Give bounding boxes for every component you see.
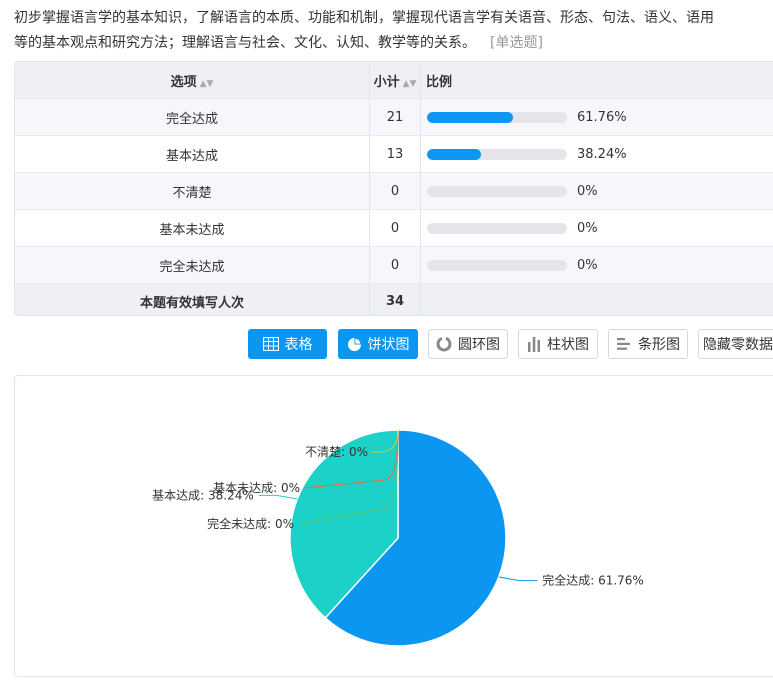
bar-chart-button[interactable]: 条形图 [608,329,688,359]
ratio-value: 61.76% [577,110,627,125]
pie-slice-label: 完全达成: 61.76% [542,573,644,588]
results-table: 选项▲▼ 小计▲▼ 比例 完全达成 21 61.76% 基本达成 13 38.2… [14,61,773,316]
hide-zero-data-button[interactable]: 隐藏零数据 [698,329,773,359]
sort-icon[interactable]: ▲▼ [200,79,214,89]
option-cell: 基本达成 [15,136,370,173]
bar-chart-label: 条形图 [638,334,680,354]
table-row: 基本达成 13 38.24% [15,136,773,173]
question-type-label: [单选题] [490,35,543,51]
ratio-bar [427,149,567,160]
column-chart-icon [527,336,541,352]
donut-chart-label: 圆环图 [458,334,500,354]
ratio-bar-fill [427,149,481,160]
count-cell: 0 [370,173,421,210]
ratio-value: 0% [577,184,598,199]
ratio-value: 0% [577,221,598,236]
question-text: 初步掌握语言学的基本知识，了解语言的本质、功能和机制，掌握现代语言学有关语音、形… [14,6,719,56]
ratio-value: 38.24% [577,147,627,162]
donut-chart-button[interactable]: 圆环图 [428,329,508,359]
pie-slice-label: 完全未达成: 0% [207,516,294,531]
pie-chart-icon [347,337,362,352]
option-cell: 完全达成 [15,99,370,136]
option-cell: 不清楚 [15,173,370,210]
pie-chart-label: 饼状图 [368,334,410,354]
count-column-header[interactable]: 小计▲▼ [370,62,421,99]
option-cell: 基本未达成 [15,210,370,247]
question-body: 初步掌握语言学的基本知识，了解语言的本质、功能和机制，掌握现代语言学有关语音、形… [14,10,714,51]
sort-icon[interactable]: ▲▼ [403,79,417,89]
table-view-label: 表格 [285,334,313,354]
count-cell: 21 [370,99,421,136]
hide-zero-data-label: 隐藏零数据 [703,334,773,354]
pie-chart-button[interactable]: 饼状图 [338,329,418,359]
option-cell: 完全未达成 [15,247,370,284]
donut-chart-icon [436,336,452,352]
pie-slice-label: 不清楚: 0% [305,445,368,459]
column-chart-button[interactable]: 柱状图 [518,329,598,359]
pie-slice-label: 基本未达成: 0% [213,481,300,495]
ratio-bar [427,186,567,197]
table-row: 完全未达成 0 0% [15,247,773,284]
ratio-value: 0% [577,258,598,273]
count-header-label: 小计 [374,75,400,90]
ratio-column-header: 比例 [421,62,773,99]
total-label: 本题有效填写人次 [15,284,370,317]
table-row: 基本未达成 0 0% [15,210,773,247]
pie-label-line [499,577,538,581]
total-row: 本题有效填写人次 34 [15,284,773,317]
table-row: 不清楚 0 0% [15,173,773,210]
total-count: 34 [370,284,421,317]
count-cell: 0 [370,210,421,247]
ratio-bar [427,260,567,271]
table-row: 完全达成 21 61.76% [15,99,773,136]
bar-chart-icon [616,336,632,352]
pie-label-line [259,495,298,499]
option-column-header[interactable]: 选项▲▼ [15,62,370,99]
table-icon [263,337,279,351]
pie-chart-panel: 完全达成: 61.76%基本达成: 38.24%完全未达成: 0%基本未达成: … [14,375,773,677]
table-view-button[interactable]: 表格 [248,329,327,359]
ratio-bar [427,223,567,234]
ratio-bar [427,112,567,123]
count-cell: 0 [370,247,421,284]
pie-chart: 完全达成: 61.76%基本达成: 38.24%完全未达成: 0%基本未达成: … [15,376,773,676]
option-header-label: 选项 [171,75,197,90]
count-cell: 13 [370,136,421,173]
ratio-bar-fill [427,112,513,123]
column-chart-label: 柱状图 [547,334,589,354]
